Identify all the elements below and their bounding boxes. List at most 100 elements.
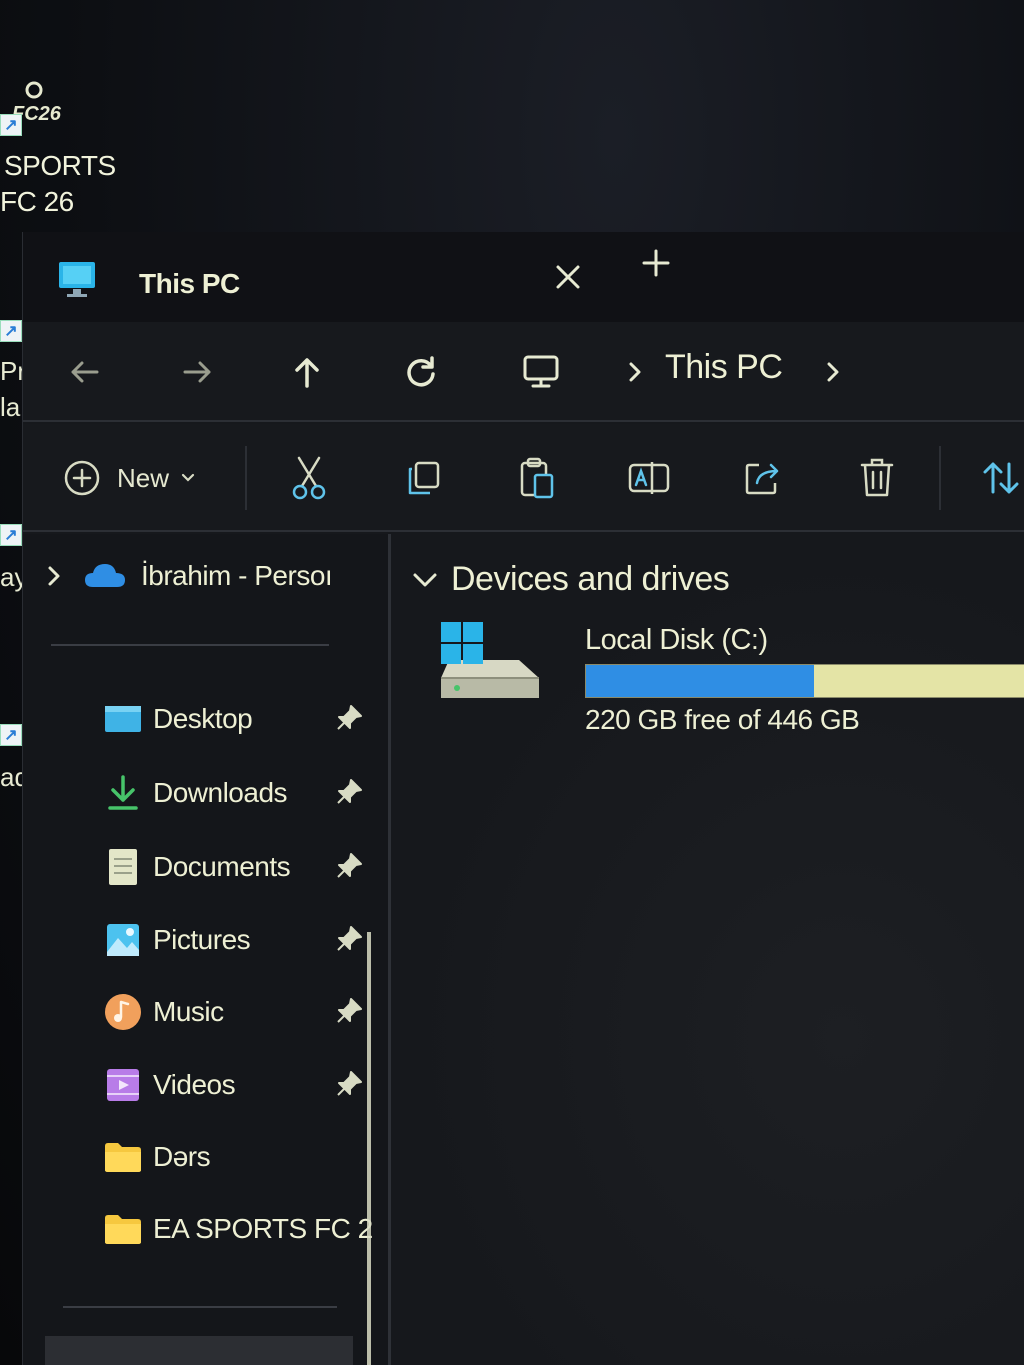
shortcut-caption-line2: FC 26 — [0, 186, 74, 217]
sidebar-item-this-pc-selected[interactable] — [45, 1336, 353, 1365]
sidebar-item-label: Desktop — [153, 703, 253, 734]
share-icon — [745, 463, 779, 495]
rename-button[interactable] — [625, 456, 673, 500]
up-button[interactable] — [283, 348, 331, 396]
videos-icon — [103, 1065, 143, 1105]
breadcrumb-this-pc[interactable]: This PC — [665, 348, 783, 387]
share-button[interactable] — [739, 456, 787, 500]
breadcrumb-chevron[interactable] — [611, 348, 659, 396]
toolbar-separator — [939, 446, 941, 510]
copy-icon — [408, 461, 440, 495]
drive-free-space: 220 GB free of 446 GB — [585, 704, 860, 735]
sidebar-item-videos[interactable]: Videos — [103, 1060, 363, 1110]
drive-tile-c[interactable]: Local Disk (C:) 220 GB free of 446 GB — [439, 620, 1024, 735]
tab-this-pc[interactable]: This PC — [43, 244, 603, 316]
chevron-down-icon — [413, 573, 437, 586]
chevron-right-icon — [629, 362, 641, 382]
cut-button[interactable] — [285, 456, 333, 500]
sidebar-item-label: Downloads — [153, 777, 288, 808]
pin-icon[interactable] — [335, 778, 363, 806]
paste-button[interactable] — [513, 456, 561, 500]
arrow-left-icon — [71, 361, 99, 383]
monitor-icon — [523, 355, 559, 388]
sidebar-divider — [51, 644, 329, 646]
sidebar-scrollbar[interactable] — [367, 932, 371, 1365]
drive-usage-fill — [586, 665, 815, 697]
drive-usage-bar — [585, 664, 1024, 698]
folder-icon — [103, 1209, 143, 1249]
location-pc-button[interactable] — [517, 348, 565, 396]
arrow-up-icon — [295, 358, 319, 388]
trash-icon — [860, 458, 894, 497]
chevron-right-icon[interactable] — [43, 565, 65, 587]
sidebar-item-label: Documents — [153, 851, 291, 882]
file-explorer-window: This PC This PC New İbrahim - Persoı Des… — [22, 232, 1024, 1365]
tab-title: This PC — [139, 268, 240, 299]
chevron-right-icon — [827, 362, 839, 382]
delete-button[interactable] — [853, 456, 901, 500]
command-bar: New — [23, 424, 1024, 532]
onedrive-cloud-icon — [85, 564, 125, 587]
desktop-folder-icon — [103, 699, 143, 739]
drive-name: Local Disk (C:) — [585, 624, 768, 656]
scissors-icon — [292, 456, 326, 500]
close-icon[interactable] — [553, 262, 583, 292]
shortcut-caption-line1: SPORTS — [4, 150, 116, 181]
sidebar-item-label: Videos — [153, 1069, 236, 1100]
devices-group-header[interactable]: Devices and drives — [411, 560, 730, 599]
pin-icon[interactable] — [335, 852, 363, 880]
pin-icon[interactable] — [335, 704, 363, 732]
copy-button[interactable] — [399, 456, 447, 500]
refresh-button[interactable] — [397, 348, 445, 396]
arrow-right-icon — [183, 361, 211, 383]
sidebar-item-music[interactable]: Music — [103, 987, 363, 1037]
shortcut-arrow-icon: ↗ — [0, 114, 22, 136]
pin-icon[interactable] — [335, 997, 363, 1025]
shortcut-arrow-icon: ↗ — [0, 524, 22, 546]
fc26-shortcut[interactable]: FC26 ↗ SPORTS FC 26 — [0, 80, 116, 220]
shortcut-arrow-icon: ↗ — [0, 724, 22, 746]
sidebar-item-onedrive[interactable]: İbrahim - Persoı — [43, 556, 333, 596]
pin-icon[interactable] — [335, 925, 363, 953]
sidebar-item-pictures[interactable]: Pictures — [103, 915, 363, 965]
paste-icon — [520, 457, 554, 499]
sidebar-divider — [63, 1306, 337, 1308]
back-button[interactable] — [61, 348, 109, 396]
folder-icon — [103, 1137, 143, 1177]
hard-drive-windows-icon — [441, 622, 539, 698]
sidebar-item-label: Dərs — [153, 1141, 211, 1172]
group-title: Devices and drives — [451, 560, 730, 598]
sidebar-item-dars[interactable]: Dərs — [103, 1132, 363, 1182]
new-label: New — [117, 462, 170, 493]
music-icon — [103, 992, 143, 1032]
desktop-edge-label: la — [0, 392, 21, 422]
pictures-icon — [103, 920, 143, 960]
sort-icon — [983, 462, 1019, 494]
sidebar-item-downloads[interactable]: Downloads — [103, 768, 363, 818]
documents-icon — [103, 847, 143, 887]
title-bar: This PC — [23, 232, 1024, 322]
new-button[interactable]: New — [63, 456, 197, 500]
plus-icon[interactable] — [641, 248, 671, 278]
navigation-pane: İbrahim - Persoı Desktop Downloads Docum… — [23, 534, 391, 1365]
forward-button[interactable] — [173, 348, 221, 396]
refresh-icon — [407, 356, 435, 387]
sidebar-item-desktop[interactable]: Desktop — [103, 694, 363, 744]
computer-icon — [59, 262, 95, 297]
sidebar-item-documents[interactable]: Documents — [103, 842, 363, 892]
breadcrumb-chevron[interactable] — [809, 348, 857, 396]
chevron-down-icon — [181, 473, 195, 482]
sidebar-item-label: Music — [153, 996, 224, 1027]
navigation-bar: This PC — [23, 322, 1024, 422]
shortcut-arrow-icon: ↗ — [0, 320, 22, 342]
sort-button[interactable] — [977, 456, 1024, 500]
pin-icon[interactable] — [335, 1070, 363, 1098]
download-icon — [103, 773, 143, 813]
sidebar-item-label: Pictures — [153, 924, 251, 955]
plus-circle-icon — [64, 460, 100, 496]
rename-icon — [628, 462, 670, 494]
sidebar-item-ea-sports-fc[interactable]: EA SPORTS FC 2 — [103, 1204, 379, 1254]
content-area: Devices and drives Local Disk (C:) 220 G… — [395, 534, 1024, 1365]
sidebar-item-label: İbrahim - Persoı — [141, 560, 333, 591]
toolbar-separator — [245, 446, 247, 510]
